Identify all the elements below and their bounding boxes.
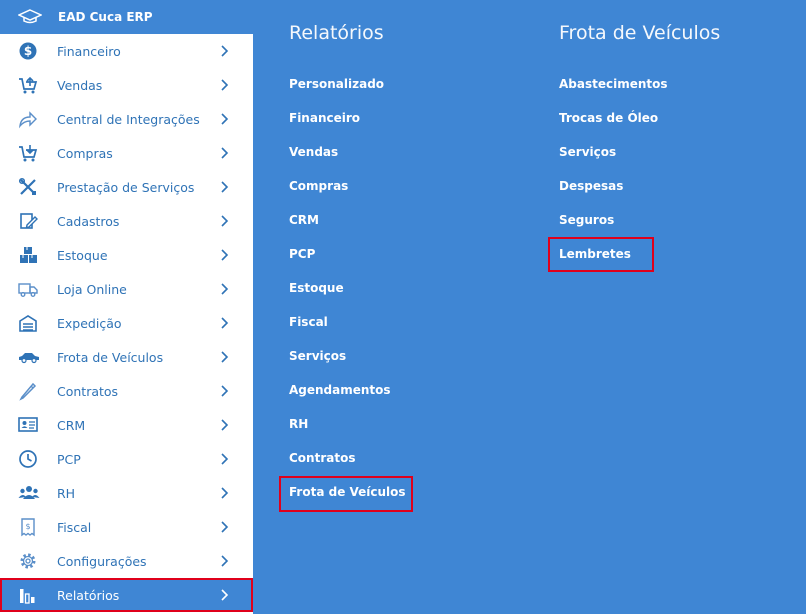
clock-icon [18, 449, 38, 469]
sidebar-header[interactable]: EAD Cuca ERP [0, 0, 253, 34]
sidebar-item-prestacao-servicos[interactable]: Prestação de Serviços [0, 170, 253, 204]
sidebar-item-compras[interactable]: Compras [0, 136, 253, 170]
boxes-icon [18, 245, 38, 265]
cart-up-icon [18, 75, 38, 95]
id-card-icon [18, 415, 38, 435]
chevron-right-icon [219, 555, 229, 567]
relatorios-link-crm[interactable]: CRM [289, 210, 319, 230]
dollar-icon: $ [18, 41, 38, 61]
sidebar-item-central-integracoes[interactable]: Central de Integrações [0, 102, 253, 136]
chevron-right-icon [219, 453, 229, 465]
highlight-box-lembretes [548, 237, 654, 272]
frota-link-servicos[interactable]: Serviços [559, 142, 616, 162]
frota-link-seguros[interactable]: Seguros [559, 210, 614, 230]
frota-link-trocas-oleo[interactable]: Trocas de Óleo [559, 108, 658, 128]
svg-text:$: $ [25, 522, 30, 531]
sidebar-item-relatorios[interactable]: Relatórios [0, 578, 253, 612]
frota-link-despesas[interactable]: Despesas [559, 176, 623, 196]
chevron-right-icon [219, 147, 229, 159]
relatorios-link-personalizado[interactable]: Personalizado [289, 74, 384, 94]
relatorios-link-financeiro[interactable]: Financeiro [289, 108, 360, 128]
relatorios-link-agendamentos[interactable]: Agendamentos [289, 380, 391, 400]
chevron-right-icon [219, 283, 229, 295]
warehouse-icon [18, 313, 38, 333]
relatorios-link-servicos[interactable]: Serviços [289, 346, 346, 366]
sidebar-item-label: PCP [57, 452, 81, 467]
sidebar-item-label: Financeiro [57, 44, 121, 59]
sidebar-item-estoque[interactable]: Estoque [0, 238, 253, 272]
sidebar-item-label: RH [57, 486, 76, 501]
sidebar-item-crm[interactable]: CRM [0, 408, 253, 442]
sidebar-item-label: Compras [57, 146, 113, 161]
chevron-right-icon [219, 79, 229, 91]
pen-icon [18, 381, 38, 401]
sidebar-item-configuracoes[interactable]: Configurações [0, 544, 253, 578]
sidebar-item-fiscal[interactable]: $ Fiscal [0, 510, 253, 544]
sidebar-item-contratos[interactable]: Contratos [0, 374, 253, 408]
chevron-right-icon [219, 181, 229, 193]
chevron-right-icon [219, 385, 229, 397]
sidebar-item-label: Vendas [57, 78, 103, 93]
tools-icon [18, 177, 38, 197]
relatorios-title: Relatórios [289, 22, 384, 44]
users-icon [18, 483, 40, 503]
bar-chart-icon [18, 585, 38, 605]
graduation-cap-icon [17, 8, 43, 29]
frota-title: Frota de Veículos [559, 22, 721, 44]
sidebar-item-label: Frota de Veículos [57, 350, 164, 365]
relatorios-link-estoque[interactable]: Estoque [289, 278, 344, 298]
sidebar-item-label: CRM [57, 418, 86, 433]
chevron-right-icon [219, 317, 229, 329]
relatorios-link-rh[interactable]: RH [289, 414, 308, 434]
sidebar-item-label: Estoque [57, 248, 108, 263]
sidebar-item-frota-veiculos[interactable]: Frota de Veículos [0, 340, 253, 374]
chevron-right-icon [219, 351, 229, 363]
sidebar-item-label: Expedição [57, 316, 122, 331]
chevron-right-icon [219, 487, 229, 499]
chevron-right-icon [219, 419, 229, 431]
sidebar-item-label: Fiscal [57, 520, 92, 535]
chevron-right-icon [219, 589, 229, 601]
relatorios-link-contratos[interactable]: Contratos [289, 448, 355, 468]
sidebar-item-label: Prestação de Serviços [57, 180, 195, 195]
car-icon [18, 347, 39, 367]
relatorios-link-fiscal[interactable]: Fiscal [289, 312, 328, 332]
relatorios-link-vendas[interactable]: Vendas [289, 142, 338, 162]
sidebar-item-label: Relatórios [57, 588, 120, 603]
chevron-right-icon [219, 215, 229, 227]
cart-down-icon [18, 143, 38, 163]
sidebar-item-label: Central de Integrações [57, 112, 200, 127]
sidebar-item-label: Cadastros [57, 214, 120, 229]
receipt-icon: $ [18, 517, 38, 537]
chevron-right-icon [219, 113, 229, 125]
relatorios-link-compras[interactable]: Compras [289, 176, 348, 196]
chevron-right-icon [219, 249, 229, 261]
truck-icon [18, 279, 38, 299]
brand-name: EAD Cuca ERP [58, 10, 153, 24]
relatorios-link-pcp[interactable]: PCP [289, 244, 315, 264]
sidebar-item-loja-online[interactable]: Loja Online [0, 272, 253, 306]
sidebar: EAD Cuca ERP $ Financeiro Vendas Central… [0, 0, 253, 614]
sidebar-item-label: Loja Online [57, 282, 127, 297]
sidebar-item-label: Contratos [57, 384, 119, 399]
sidebar-item-rh[interactable]: RH [0, 476, 253, 510]
frota-link-abastecimentos[interactable]: Abastecimentos [559, 74, 668, 94]
sidebar-item-expedicao[interactable]: Expedição [0, 306, 253, 340]
chevron-right-icon [219, 521, 229, 533]
sidebar-item-vendas[interactable]: Vendas [0, 68, 253, 102]
sidebar-item-cadastros[interactable]: Cadastros [0, 204, 253, 238]
highlight-box-frota [279, 476, 413, 512]
sidebar-item-financeiro[interactable]: $ Financeiro [0, 34, 253, 68]
sidebar-item-pcp[interactable]: PCP [0, 442, 253, 476]
gear-icon [18, 551, 38, 571]
svg-text:$: $ [24, 44, 32, 58]
chevron-right-icon [219, 45, 229, 57]
share-arrow-icon [18, 109, 38, 129]
edit-icon [18, 211, 38, 231]
sidebar-item-label: Configurações [57, 554, 147, 569]
